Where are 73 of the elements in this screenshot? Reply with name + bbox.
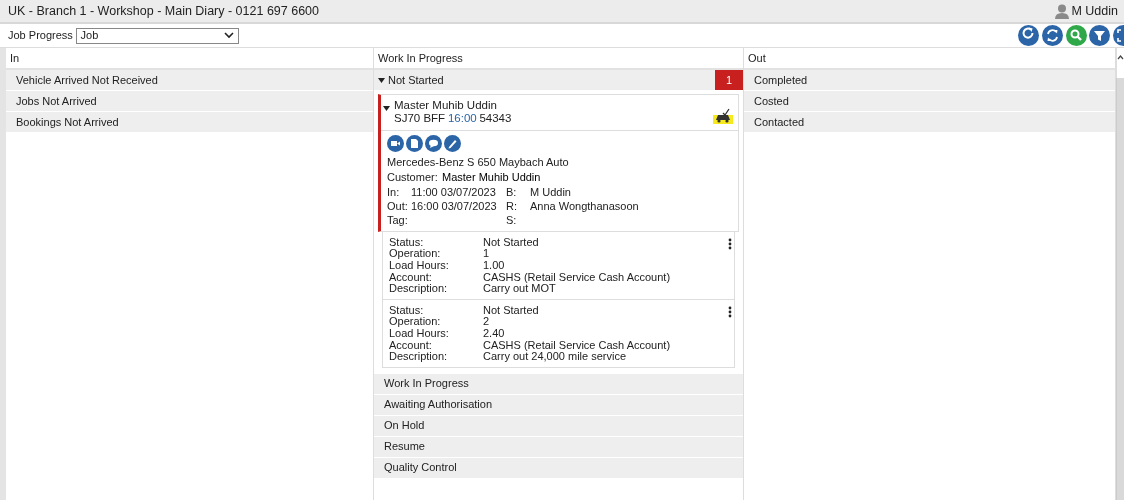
field-label: Description:	[389, 283, 449, 295]
field-value: CASHS (Retail Service Cash Account)	[483, 271, 671, 284]
field-label: Status:	[389, 236, 425, 249]
group-row[interactable]: On Hold	[374, 415, 743, 437]
field-value: M Uddin	[530, 184, 571, 199]
document-button[interactable]	[406, 135, 423, 152]
field-value: 16:00 03/07/2023	[411, 198, 498, 213]
field-value: CASHS (Retail Service Cash Account)	[483, 339, 671, 352]
field-value: Not Started	[483, 236, 539, 249]
field-label: Operation:	[389, 248, 442, 260]
field-label: B:	[506, 184, 518, 199]
more-icon[interactable]	[728, 237, 732, 250]
field-value: 1	[483, 248, 490, 260]
pencil-button[interactable]	[444, 135, 461, 152]
group-row[interactable]: Not Started 1	[374, 70, 743, 91]
more-icon[interactable]	[728, 305, 732, 318]
field-label: Tag:	[387, 212, 409, 227]
field-value: Not Started	[483, 304, 539, 317]
group-row[interactable]: Vehicle Arrived Not Received	[6, 70, 373, 91]
field-label: Status:	[389, 304, 425, 317]
field-label: Load Hours:	[389, 327, 450, 340]
caret-icon[interactable]	[383, 106, 390, 111]
group-row[interactable]: Costed	[744, 91, 1115, 112]
search-button[interactable]	[1065, 25, 1087, 46]
job-time: 16:00	[447, 112, 477, 125]
field-value: 2	[483, 316, 490, 328]
car-icon	[712, 106, 734, 124]
group-row[interactable]: Awaiting Authorisation	[374, 394, 743, 416]
field-value: Carry out 24,000 mile service	[483, 351, 627, 363]
user-icon	[1054, 3, 1069, 19]
field-label: In:	[387, 184, 401, 199]
chevron-down-icon	[223, 32, 234, 39]
field-label: Operation:	[389, 316, 442, 328]
chat-button[interactable]	[425, 135, 442, 152]
field-label: Out:	[387, 198, 409, 213]
video-button[interactable]	[387, 135, 404, 152]
field-label: R:	[506, 198, 518, 213]
field-value: 1.00	[483, 259, 505, 272]
field-value: 2.40	[483, 327, 505, 340]
field-value: 11:00 03/07/2023	[411, 184, 497, 199]
window-title: UK - Branch 1 - Workshop - Main Diary - 0121 697 6600	[8, 2, 320, 20]
chevron-up-icon[interactable]	[1117, 54, 1124, 61]
group-row[interactable]: Resume	[374, 436, 743, 458]
group-row[interactable]: Jobs Not Arrived	[6, 91, 373, 112]
group-row[interactable]: Contacted	[744, 112, 1115, 133]
sync-button[interactable]	[1041, 25, 1063, 46]
filter-button[interactable]	[1089, 25, 1111, 46]
field-label: Description:	[389, 351, 449, 363]
field-label: S:	[506, 212, 518, 227]
field-value: Anna Wongthanasoon	[530, 198, 639, 213]
group-row[interactable]: Quality Control	[374, 457, 743, 479]
group-row[interactable]: Bookings Not Arrived	[6, 112, 373, 133]
registration: SJ70 BFF	[394, 112, 446, 125]
job-card[interactable]: Master Muhib Uddin SJ70 BFF 16:00 54343 Mercedes-Benz S 650 Maybach Auto Customer: Master Muhib Uddin In: 11:00 03/07/2023 B: M Uddin Out: 16:00 03/07/2023 R: Anna Wongthanasoon Tag: S:	[378, 94, 739, 232]
count-badge: 1	[715, 70, 743, 90]
field-label: Job Progress	[8, 28, 73, 44]
scrollbar[interactable]	[1116, 48, 1124, 500]
group-label: Not Started	[388, 72, 444, 88]
field-value: Carry out MOT	[483, 283, 556, 295]
customer-value: Master Muhib Uddin	[442, 169, 541, 185]
field-label: Account:	[389, 339, 433, 352]
dropdown[interactable]: Job	[75, 27, 239, 44]
refresh-button[interactable]	[1018, 25, 1039, 46]
job-number: 54343	[479, 112, 512, 125]
caret-icon[interactable]	[378, 77, 385, 83]
customer-name: Master Muhib Uddin	[394, 99, 498, 112]
vehicle-name: Mercedes-Benz S 650 Maybach Auto	[387, 154, 570, 170]
user-name[interactable]: M Uddin	[1071, 1, 1118, 21]
field-label: Customer:	[387, 169, 439, 185]
group-row[interactable]: Work In Progress	[374, 373, 743, 395]
field-label: Load Hours:	[389, 259, 450, 272]
group-row[interactable]: Completed	[744, 70, 1115, 91]
field-label: Account:	[389, 271, 433, 284]
